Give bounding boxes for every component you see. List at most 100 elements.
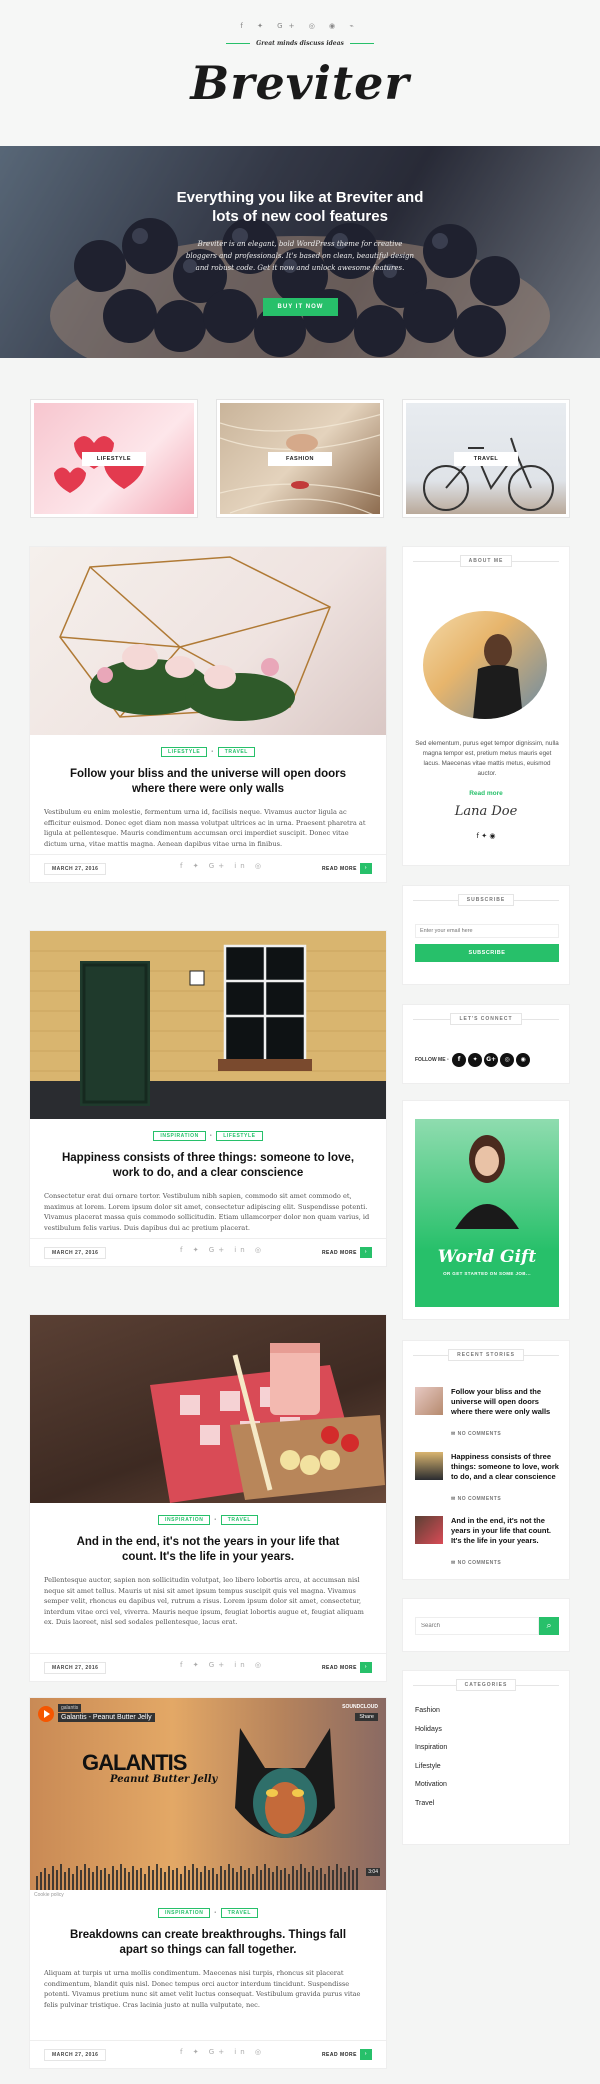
share-icons[interactable]: f ✦ G+ in ◎ [180,1661,265,1669]
post-excerpt: Vestibulum eu enim molestie, fermentum u… [44,808,366,848]
read-more-button[interactable]: READ MORE › [322,2049,372,2060]
world-gift-banner[interactable]: World Gift OR GET STARTED ON SOME JOB... [415,1119,559,1307]
read-more-button[interactable]: READ MORE › [322,863,372,874]
share-icons[interactable]: f ✦ G+ in ◎ [180,862,265,870]
post-tags: INSPIRATION • LIFESTYLE [30,1131,386,1141]
hero-title: Everything you like at Breviter and lots … [176,189,424,225]
about-social-icons[interactable]: f ✦ ◉ [403,832,569,840]
post-image[interactable] [30,931,386,1119]
share-button[interactable]: Share [355,1713,378,1721]
hero-text: Breviter is an elegant, bold WordPress t… [185,240,415,272]
category-item[interactable]: Lifestyle [403,1758,569,1777]
model-image [455,1135,519,1229]
tag[interactable]: TRAVEL [220,1515,259,1525]
read-more-link[interactable]: Read more [403,790,569,797]
post-title[interactable]: Breakdowns can create breakthroughs. Thi… [60,1928,356,1958]
waveform[interactable] [30,1856,386,1890]
post-footer: MARCH 27, 2016 f ✦ G+ in ◎ READ MORE › [30,854,386,882]
instagram-icon[interactable]: ◎ [500,1053,515,1067]
categories-widget: CATEGORIES Fashion Holidays Inspiration … [402,1670,570,1845]
player-track[interactable]: Galantis - Peanut Butter Jelly [58,1713,155,1722]
buy-it-now-button[interactable]: BUY IT NOW [263,298,338,316]
facebook-icon[interactable]: f [452,1053,467,1067]
soundcloud-player[interactable]: galantis Galantis - Peanut Butter Jelly … [30,1698,386,1890]
recent-story-title[interactable]: Happiness consists of three things: some… [451,1452,561,1482]
widget-title: ABOUT ME [403,555,569,567]
subscribe-button[interactable]: SUBSCRIBE [415,944,559,962]
category-item[interactable]: Inspiration [403,1739,569,1758]
category-tile-travel[interactable]: TRAVEL [403,400,569,517]
post-excerpt: Consectetur erat dui ornare tortor. Vest… [44,1192,370,1232]
recent-story-thumb[interactable] [415,1387,443,1415]
category-item[interactable]: Travel [403,1795,569,1814]
category-tile-lifestyle[interactable]: LIFESTYLE [31,400,197,517]
cat-artwork [235,1728,335,1838]
recent-story-thumb[interactable] [415,1516,443,1544]
search-input[interactable] [415,1617,539,1635]
post-title[interactable]: Happiness consists of three things: some… [60,1151,356,1181]
category-label-lifestyle: LIFESTYLE [82,452,146,466]
tag[interactable]: TRAVEL [220,1908,259,1918]
recent-story-item[interactable]: Happiness consists of three things: some… [415,1452,563,1508]
about-me-widget: ABOUT ME Sed elementum, purus eget tempo… [402,546,570,866]
post-title[interactable]: Follow your bliss and the universe will … [60,767,356,797]
category-tile-fashion[interactable]: FASHION [217,400,383,517]
category-item[interactable]: Fashion [403,1702,569,1721]
soundcloud-logo[interactable]: SOUNDCLOUD [342,1704,378,1710]
tag[interactable]: LIFESTYLE [161,747,208,757]
post-card: galantis Galantis - Peanut Butter Jelly … [29,1697,387,2069]
play-icon[interactable] [38,1706,54,1722]
recent-story-title[interactable]: And in the end, it's not the years in yo… [451,1516,561,1546]
recent-stories-widget: RECENT STORIES Follow your bliss and the… [402,1340,570,1580]
arrow-right-icon: › [360,2049,372,2060]
recent-story-comments: ✉ NO COMMENTS [451,1496,502,1502]
site-logo[interactable]: Breviter [0,56,600,110]
search-icon[interactable]: ⌕ [539,1617,559,1635]
google-plus-icon[interactable]: G+ [484,1053,499,1067]
read-more-button[interactable]: READ MORE › [322,1247,372,1258]
header-social-icons[interactable]: f ✦ G+ ◎ ◉ ⌁ [0,22,600,30]
recent-story-item[interactable]: Follow your bliss and the universe will … [415,1387,563,1443]
player-user[interactable]: galantis [58,1704,82,1712]
category-label-travel: TRAVEL [454,452,518,466]
widget-title: CATEGORIES [403,1679,569,1691]
about-text: Sed elementum, purus eget tempor digniss… [415,740,559,777]
arrow-right-icon: › [360,1662,372,1673]
twitter-icon[interactable]: ✦ [468,1053,483,1067]
tag[interactable]: INSPIRATION [157,1515,211,1525]
recent-story-title[interactable]: Follow your bliss and the universe will … [451,1387,561,1417]
tag[interactable]: TRAVEL [217,747,255,757]
follow-me-row: FOLLOW ME • f ✦ G+ ◎ ◉ [415,1053,531,1067]
site-tagline: Great minds discuss ideas [0,40,600,47]
category-item[interactable]: Motivation [403,1776,569,1795]
post-footer: MARCH 27, 2016 f ✦ G+ in ◎ READ MORE › [30,1238,386,1266]
read-more-button[interactable]: READ MORE › [322,1662,372,1673]
widget-title: LET'S CONNECT [403,1013,569,1025]
category-item[interactable]: Holidays [403,1721,569,1740]
post-title[interactable]: And in the end, it's not the years in yo… [60,1535,356,1565]
share-icons[interactable]: f ✦ G+ in ◎ [180,1246,265,1254]
recent-story-thumb[interactable] [415,1452,443,1480]
post-excerpt: Aliquam at turpis ut urna mollis condime… [44,1969,361,2009]
cookie-policy-link[interactable]: Cookie policy [30,1890,386,1900]
email-input[interactable] [415,924,559,938]
recent-story-item[interactable]: And in the end, it's not the years in yo… [415,1516,563,1572]
album-title: GALANTIS [82,1750,187,1775]
post-card: LIFESTYLE • TRAVEL Follow your bliss and t… [29,546,387,883]
tag[interactable]: LIFESTYLE [216,1131,263,1141]
widget-title: SUBSCRIBE [403,894,569,906]
tag[interactable]: INSPIRATION [153,1131,206,1141]
tag[interactable]: INSPIRATION [157,1908,211,1918]
search-widget: ⌕ [402,1598,570,1652]
post-image[interactable] [30,547,386,735]
arrow-right-icon: › [360,863,372,874]
album-subtitle: Peanut Butter Jelly [110,1774,218,1785]
post-image[interactable] [30,1315,386,1503]
post-date: MARCH 27, 2016 [44,2049,107,2061]
share-icons[interactable]: f ✦ G+ in ◎ [180,2048,265,2056]
author-avatar [423,611,547,719]
post-tags: INSPIRATION • TRAVEL [30,1515,386,1525]
pinterest-icon[interactable]: ◉ [516,1053,531,1067]
post-footer: MARCH 27, 2016 f ✦ G+ in ◎ READ MORE › [30,1653,386,1681]
post-date: MARCH 27, 2016 [44,1662,107,1674]
